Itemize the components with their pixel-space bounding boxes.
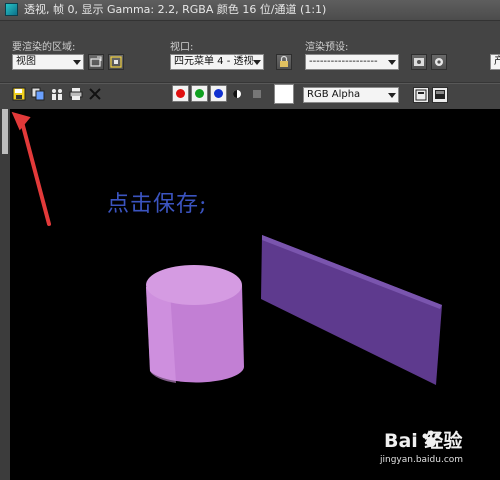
save-image-button[interactable] bbox=[12, 87, 26, 101]
title-bar: 透视, 帧 0, 显示 Gamma: 2.2, RGBA 颜色 16 位/通道 … bbox=[0, 0, 500, 21]
close-icon bbox=[89, 88, 101, 100]
far-right-dropdown[interactable]: 产 bbox=[490, 54, 500, 70]
background-swatch[interactable] bbox=[274, 84, 294, 104]
red-arrow-annotation bbox=[11, 111, 51, 226]
toggle-ui-button[interactable] bbox=[413, 87, 429, 103]
panel-icon bbox=[415, 89, 427, 101]
preset-dropdown-value: ------------------- bbox=[309, 56, 378, 67]
channel-dropdown-value: RGB Alpha bbox=[307, 89, 361, 100]
area-dropdown[interactable]: 视图 bbox=[12, 54, 84, 70]
paw-icon bbox=[422, 430, 440, 447]
copy-image-button[interactable] bbox=[31, 87, 45, 101]
square-icon bbox=[253, 90, 261, 98]
area-dropdown-value: 视图 bbox=[16, 56, 36, 67]
render-setup-icon bbox=[414, 58, 424, 66]
copy-icon bbox=[31, 87, 45, 101]
viewport-label: 视口: bbox=[170, 42, 194, 53]
display-mode-button[interactable] bbox=[432, 87, 448, 103]
chevron-down-icon bbox=[388, 60, 396, 65]
chevron-down-icon bbox=[253, 60, 261, 65]
watermark-url: jingyan.baidu.com bbox=[380, 455, 464, 465]
green-channel-button[interactable] bbox=[191, 85, 208, 102]
render-viewport bbox=[10, 109, 500, 480]
preset-label: 渲染预设: bbox=[305, 42, 349, 53]
viewport-dropdown-value: 四元菜单 4 - 透视 bbox=[174, 56, 254, 67]
print-image-button[interactable] bbox=[69, 87, 83, 101]
print-icon bbox=[69, 88, 83, 100]
clone-icon bbox=[52, 89, 62, 100]
edit-region-button[interactable] bbox=[88, 54, 104, 70]
render-setup-button[interactable] bbox=[411, 54, 427, 70]
area-label: 要渲染的区域: bbox=[12, 42, 76, 53]
window-title: 透视, 帧 0, 显示 Gamma: 2.2, RGBA 颜色 16 位/通道 … bbox=[24, 3, 327, 16]
auto-region-button[interactable] bbox=[108, 54, 124, 70]
monitor-icon bbox=[435, 90, 445, 99]
divider bbox=[0, 83, 500, 84]
environment-button[interactable] bbox=[431, 54, 447, 70]
annotation-text: 点击保存; bbox=[107, 192, 208, 217]
red-dot-icon bbox=[176, 89, 185, 98]
edit-region-icon bbox=[90, 56, 102, 67]
alpha-toggle-button[interactable] bbox=[231, 88, 245, 102]
clone-window-button[interactable] bbox=[50, 87, 64, 101]
viewport-dropdown[interactable]: 四元菜单 4 - 透视 bbox=[170, 54, 264, 70]
lock-icon bbox=[280, 55, 288, 67]
far-right-dropdown-value: 产 bbox=[494, 56, 500, 67]
save-icon bbox=[12, 87, 26, 101]
blue-dot-icon bbox=[214, 89, 223, 98]
preset-dropdown[interactable]: ------------------- bbox=[305, 54, 399, 70]
lock-viewport-button[interactable] bbox=[276, 54, 292, 70]
channel-dropdown[interactable]: RGB Alpha bbox=[303, 87, 399, 103]
render-settings-panel: 要渲染的区域: 视图 视口: 四元菜单 4 - 透视 渲染预设: -------… bbox=[0, 21, 500, 109]
rendered-scene bbox=[146, 235, 442, 385]
half-circle-icon bbox=[233, 90, 241, 98]
purple-plane bbox=[261, 235, 442, 385]
clear-image-button[interactable] bbox=[88, 87, 102, 101]
app-icon bbox=[5, 3, 18, 16]
chevron-down-icon bbox=[73, 60, 81, 65]
green-dot-icon bbox=[195, 89, 204, 98]
chevron-down-icon bbox=[388, 93, 396, 98]
teapot-icon bbox=[435, 58, 443, 66]
blue-channel-button[interactable] bbox=[210, 85, 227, 102]
cylinder-top bbox=[146, 265, 242, 305]
mono-toggle-button[interactable] bbox=[251, 88, 265, 102]
region-icon bbox=[110, 56, 122, 68]
red-channel-button[interactable] bbox=[172, 85, 189, 102]
